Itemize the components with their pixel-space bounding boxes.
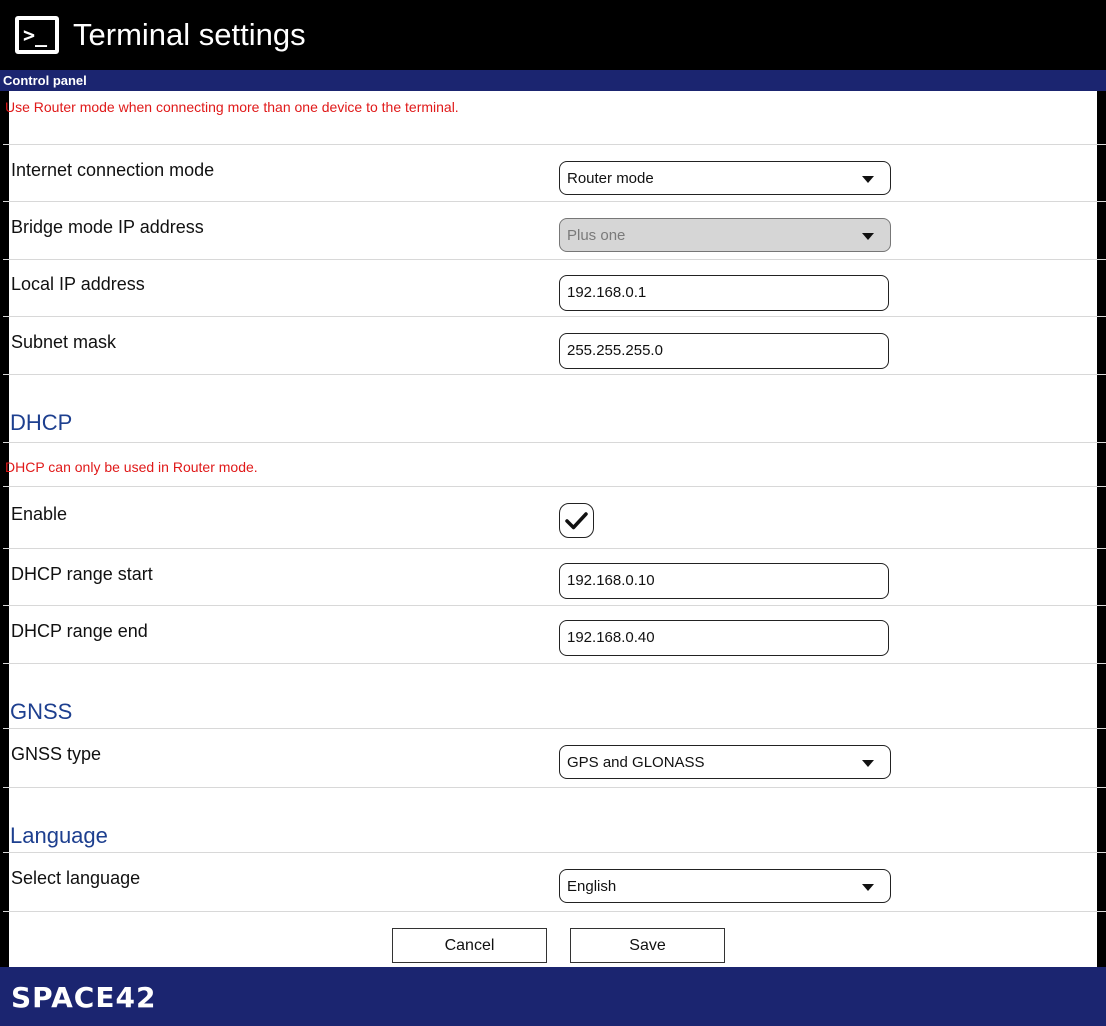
language-label: Select language: [11, 868, 141, 888]
local-ip-row: Local IP address 192.168.0.1: [3, 260, 1106, 317]
gnss-section-header: GNSS: [3, 664, 1106, 729]
language-value: English: [567, 878, 617, 895]
gnss-section-title: GNSS: [10, 699, 73, 724]
bridge-ip-label: Bridge mode IP address: [11, 217, 204, 237]
cancel-button[interactable]: Cancel: [392, 928, 547, 963]
title-bar: ••• >_ Terminal settings: [0, 0, 1106, 70]
chevron-down-icon: [862, 176, 874, 183]
gnss-type-value: GPS and GLONASS: [567, 754, 705, 771]
internet-mode-value: Router mode: [567, 170, 654, 187]
local-ip-input[interactable]: 192.168.0.1: [559, 275, 889, 311]
internet-mode-select[interactable]: Router mode: [559, 161, 891, 195]
chevron-down-icon: [862, 233, 874, 240]
language-section-header: Language: [3, 788, 1106, 853]
subnet-label: Subnet mask: [11, 332, 117, 352]
page-title: Terminal settings: [73, 17, 306, 52]
dhcp-enable-row: Enable: [3, 487, 1106, 549]
subnet-row: Subnet mask 255.255.255.0: [3, 317, 1106, 375]
chevron-down-icon: [862, 760, 874, 767]
dhcp-section-title: DHCP: [10, 410, 73, 435]
dhcp-start-row: DHCP range start 192.168.0.10: [3, 549, 1106, 606]
footer-bar-bottom: [0, 1001, 1106, 1026]
dhcp-end-label: DHCP range end: [11, 621, 148, 641]
dhcp-enable-label: Enable: [11, 504, 68, 524]
gnss-type-select[interactable]: GPS and GLONASS: [559, 745, 891, 779]
router-notice-row: Use Router mode when connecting more tha…: [3, 91, 1106, 145]
brand-logo: SPACE42: [11, 981, 157, 1014]
breadcrumb[interactable]: Control panel: [0, 70, 1106, 91]
gnss-type-label: GNSS type: [11, 744, 102, 764]
terminal-icon: ••• >_: [15, 15, 59, 54]
checkmark-icon: [565, 512, 588, 530]
subnet-input[interactable]: 255.255.255.0: [559, 333, 889, 369]
bridge-ip-value: Plus one: [567, 227, 626, 244]
footer-bar: [0, 967, 1106, 1001]
internet-mode-label: Internet connection mode: [11, 160, 215, 180]
bridge-ip-row: Bridge mode IP address Plus one: [3, 202, 1106, 260]
dhcp-section-header: DHCP: [3, 375, 1106, 443]
settings-form: Use Router mode when connecting more tha…: [0, 91, 1106, 1026]
language-section-title: Language: [10, 823, 108, 848]
dhcp-start-label: DHCP range start: [11, 564, 153, 584]
dhcp-end-row: DHCP range end 192.168.0.40: [3, 606, 1106, 664]
dhcp-enable-checkbox[interactable]: [559, 503, 594, 538]
dhcp-end-input[interactable]: 192.168.0.40: [559, 620, 889, 656]
save-button[interactable]: Save: [570, 928, 725, 963]
router-notice: Use Router mode when connecting more tha…: [5, 99, 459, 115]
language-select[interactable]: English: [559, 869, 891, 903]
chevron-down-icon: [862, 884, 874, 891]
dhcp-notice-row: DHCP can only be used in Router mode.: [3, 443, 1106, 487]
dhcp-start-input[interactable]: 192.168.0.10: [559, 563, 889, 599]
internet-mode-row: Internet connection mode Router mode: [3, 145, 1106, 202]
gnss-type-row: GNSS type GPS and GLONASS: [3, 729, 1106, 788]
bridge-ip-select[interactable]: Plus one: [559, 218, 891, 252]
language-row: Select language English: [3, 853, 1106, 912]
dhcp-notice: DHCP can only be used in Router mode.: [5, 459, 258, 475]
local-ip-label: Local IP address: [11, 274, 145, 294]
